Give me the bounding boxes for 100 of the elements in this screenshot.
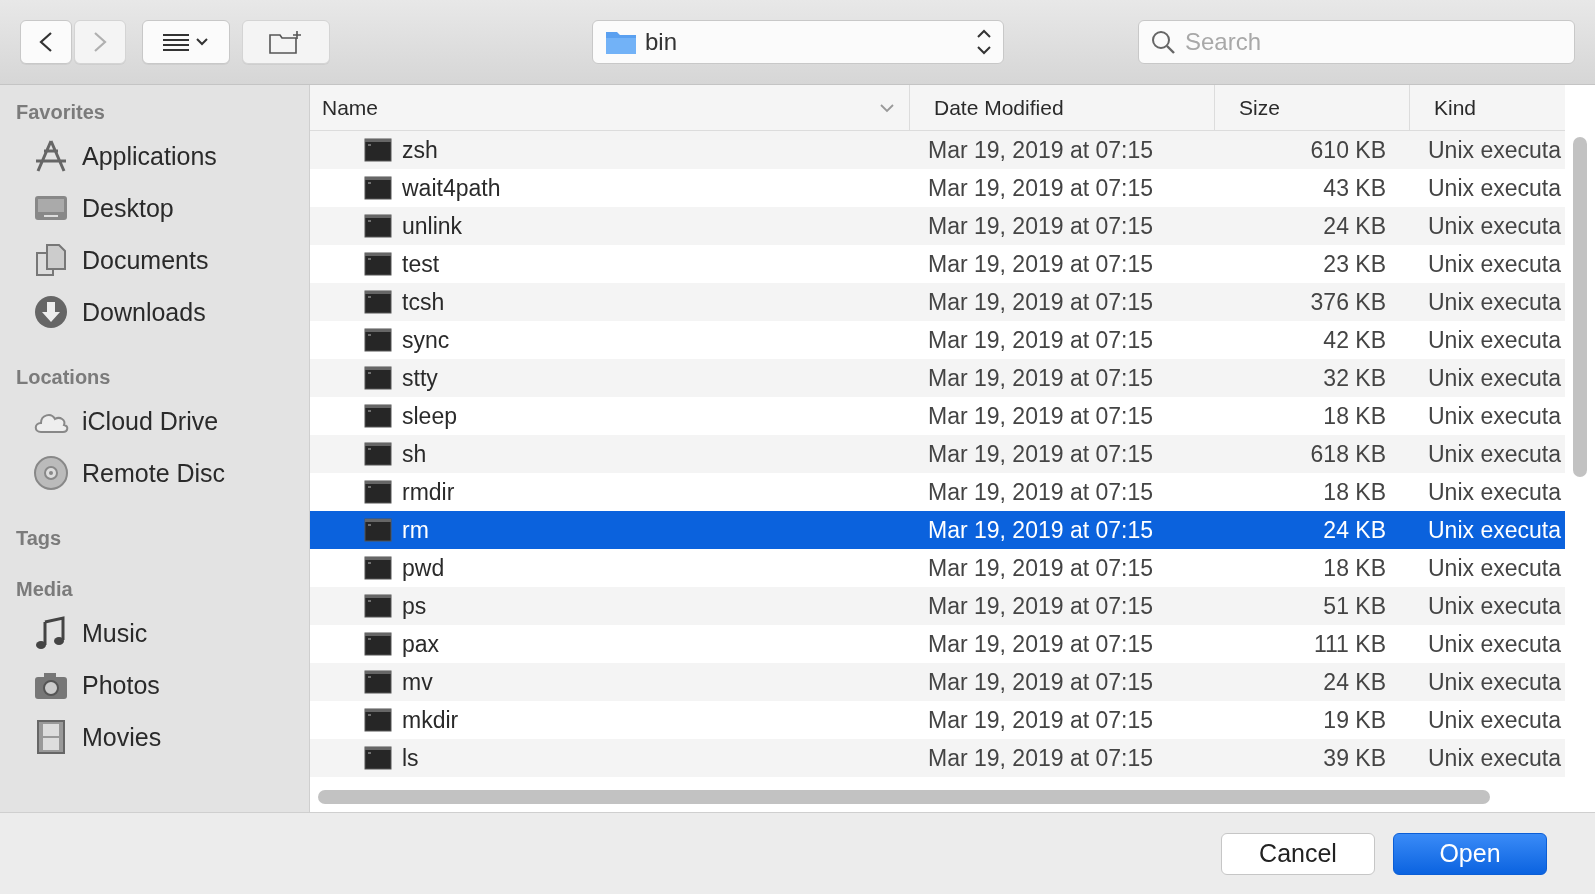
terminal-file-icon bbox=[364, 290, 392, 314]
file-name: pax bbox=[402, 630, 440, 658]
date-cell-text: Mar 19, 2019 at 07:15 bbox=[927, 174, 1155, 202]
size-cell-text: 618 KB bbox=[1309, 440, 1387, 468]
terminal-file-icon bbox=[364, 442, 392, 466]
kind-cell-text: Unix executa bbox=[1427, 630, 1562, 658]
sidebar-item[interactable]: Music bbox=[16, 607, 309, 659]
terminal-file-icon bbox=[364, 138, 392, 162]
size-cell-text: 376 KB bbox=[1309, 288, 1387, 316]
file-name: ls bbox=[402, 744, 419, 772]
kind-cell-text: Unix executa bbox=[1427, 288, 1562, 316]
file-name: zsh bbox=[402, 136, 438, 164]
file-name: stty bbox=[402, 364, 438, 392]
sort-chevron-icon bbox=[879, 102, 895, 113]
section-heading: Locations bbox=[16, 366, 112, 389]
kind-cell-text: Unix executa bbox=[1427, 592, 1562, 620]
location-popup[interactable]: bin bbox=[592, 20, 1004, 64]
date-cell-text: Mar 19, 2019 at 07:15 bbox=[927, 402, 1155, 430]
column-header[interactable]: Kind bbox=[1410, 85, 1565, 130]
date-cell-text: Mar 19, 2019 at 07:15 bbox=[927, 478, 1155, 506]
terminal-file-icon bbox=[364, 328, 392, 352]
file-row[interactable]: sh Mar 19, 2019 at 07:15 618 KB Unix executa bbox=[310, 435, 1565, 473]
kind-cell-text: Unix executa bbox=[1427, 326, 1562, 354]
sidebar-item[interactable]: Movies bbox=[16, 711, 309, 763]
list-view-icon bbox=[161, 32, 211, 52]
column-header[interactable]: Size bbox=[1215, 85, 1410, 130]
terminal-file-icon bbox=[364, 366, 392, 390]
kind-cell-text: Unix executa bbox=[1427, 212, 1562, 240]
file-row[interactable]: rm Mar 19, 2019 at 07:15 24 KB Unix executa bbox=[310, 511, 1565, 549]
size-cell-text: 32 KB bbox=[1322, 364, 1387, 392]
file-name: mv bbox=[402, 668, 433, 696]
date-cell-text: Mar 19, 2019 at 07:15 bbox=[927, 630, 1155, 658]
file-name: unlink bbox=[402, 212, 463, 240]
size-cell-text: 18 KB bbox=[1322, 478, 1387, 506]
terminal-file-icon bbox=[364, 746, 392, 770]
terminal-file-icon bbox=[364, 556, 392, 580]
size-cell-text: 42 KB bbox=[1322, 326, 1387, 354]
section-heading: Tags bbox=[16, 527, 63, 550]
size-cell-text: 610 KB bbox=[1309, 136, 1387, 164]
kind-cell-text: Unix executa bbox=[1427, 668, 1562, 696]
kind-cell-text: Unix executa bbox=[1427, 706, 1562, 734]
cancel-button[interactable]: Cancel bbox=[1221, 832, 1375, 875]
column-header[interactable]: Date Modified bbox=[910, 85, 1215, 130]
size-cell-text: 19 KB bbox=[1322, 706, 1387, 734]
up-down-chevron-icon bbox=[975, 27, 993, 57]
view-options-button[interactable] bbox=[142, 20, 230, 64]
sidebar-item[interactable]: Desktop bbox=[16, 182, 309, 234]
kind-cell-text: Unix executa bbox=[1427, 364, 1562, 392]
date-cell-text: Mar 19, 2019 at 07:15 bbox=[927, 212, 1155, 240]
terminal-file-icon bbox=[364, 480, 392, 504]
size-cell-text: 23 KB bbox=[1322, 250, 1387, 278]
size-cell-text: 51 KB bbox=[1322, 592, 1387, 620]
file-name: test bbox=[402, 250, 440, 278]
open-button[interactable]: Open bbox=[1393, 832, 1547, 875]
size-cell-text: 18 KB bbox=[1322, 554, 1387, 582]
file-row[interactable]: ls Mar 19, 2019 at 07:15 39 KB Unix executa bbox=[310, 739, 1565, 777]
back-button[interactable] bbox=[20, 20, 72, 64]
file-row[interactable]: stty Mar 19, 2019 at 07:15 32 KB Unix executa bbox=[310, 359, 1565, 397]
size-cell-text: 18 KB bbox=[1322, 402, 1387, 430]
sidebar-item[interactable]: Photos bbox=[16, 659, 309, 711]
file-row[interactable]: unlink Mar 19, 2019 at 07:15 24 KB Unix executa bbox=[310, 207, 1565, 245]
kind-cell-text: Unix executa bbox=[1427, 174, 1562, 202]
kind-cell-text: Unix executa bbox=[1427, 744, 1562, 772]
date-cell-text: Mar 19, 2019 at 07:15 bbox=[927, 744, 1155, 772]
size-cell-text: 39 KB bbox=[1322, 744, 1387, 772]
date-cell-text: Mar 19, 2019 at 07:15 bbox=[927, 516, 1155, 544]
sidebar-item[interactable]: Documents bbox=[16, 234, 309, 286]
file-row[interactable]: ps Mar 19, 2019 at 07:15 51 KB Unix executa bbox=[310, 587, 1565, 625]
file-row[interactable]: mv Mar 19, 2019 at 07:15 24 KB Unix executa bbox=[310, 663, 1565, 701]
terminal-file-icon bbox=[364, 632, 392, 656]
horizontal-scrollbar[interactable] bbox=[318, 790, 1490, 804]
date-cell-text: Mar 19, 2019 at 07:15 bbox=[927, 440, 1155, 468]
kind-cell-text: Unix executa bbox=[1427, 478, 1562, 506]
kind-cell-text: Unix executa bbox=[1427, 250, 1562, 278]
file-row[interactable]: tcsh Mar 19, 2019 at 07:15 376 KB Unix executa bbox=[310, 283, 1565, 321]
size-cell-text: 24 KB bbox=[1322, 516, 1387, 544]
date-cell-text: Mar 19, 2019 at 07:15 bbox=[927, 288, 1155, 316]
kind-cell-text: Unix executa bbox=[1427, 516, 1562, 544]
terminal-file-icon bbox=[364, 594, 392, 618]
size-cell-text: 111 KB bbox=[1312, 630, 1387, 658]
kind-cell-text: Unix executa bbox=[1427, 402, 1562, 430]
file-name: mkdir bbox=[402, 706, 459, 734]
sidebar-item[interactable]: Remote Disc bbox=[16, 447, 309, 499]
file-row[interactable]: zsh Mar 19, 2019 at 07:15 610 KB Unix executa bbox=[310, 131, 1565, 169]
file-name: rmdir bbox=[402, 478, 455, 506]
section-heading: Favorites bbox=[16, 101, 106, 124]
column-header[interactable]: Name bbox=[310, 85, 910, 130]
file-name: tcsh bbox=[402, 288, 445, 316]
sidebar-item[interactable]: Applications bbox=[16, 130, 309, 182]
sidebar-item[interactable]: iCloud Drive bbox=[16, 395, 309, 447]
date-cell-text: Mar 19, 2019 at 07:15 bbox=[927, 250, 1155, 278]
date-cell-text: Mar 19, 2019 at 07:15 bbox=[927, 364, 1155, 392]
file-name: sync bbox=[402, 326, 450, 354]
terminal-file-icon bbox=[364, 518, 392, 542]
terminal-file-icon bbox=[364, 670, 392, 694]
size-cell-text: 43 KB bbox=[1322, 174, 1387, 202]
size-cell-text: 24 KB bbox=[1322, 668, 1387, 696]
vertical-scrollbar[interactable] bbox=[1573, 137, 1587, 477]
search-field[interactable]: Search bbox=[1138, 20, 1575, 64]
sidebar-item[interactable]: Downloads bbox=[16, 286, 309, 338]
